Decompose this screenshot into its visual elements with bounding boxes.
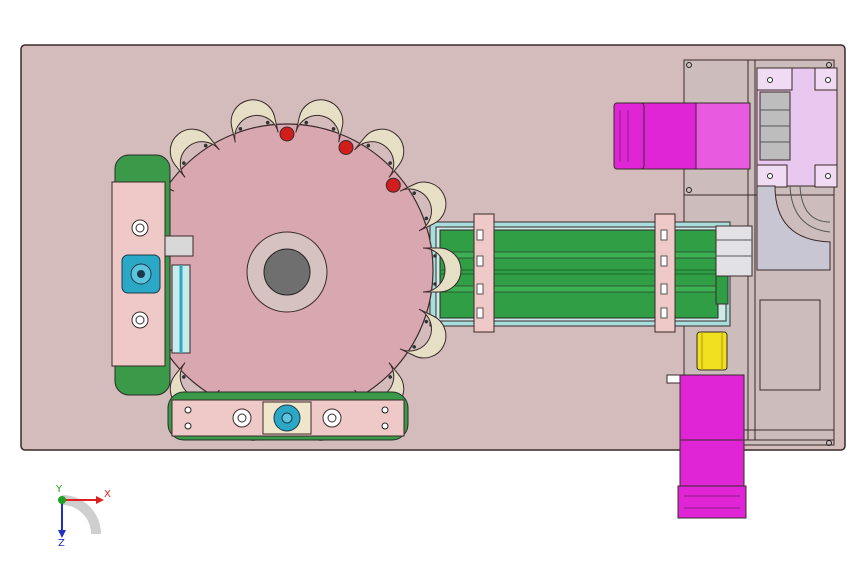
axis-triad: X Y Z xyxy=(55,484,111,549)
locating-pin xyxy=(338,140,354,155)
z-axis-label: Z xyxy=(58,538,65,549)
bottom-guide-bracket xyxy=(167,391,409,441)
cad-assembly-view: X Y Z xyxy=(20,44,846,549)
y-axis-label: Y xyxy=(55,484,63,495)
locating-pin xyxy=(385,177,401,193)
turntable-bore xyxy=(263,248,311,296)
z-axis-head xyxy=(58,530,66,538)
conveyor-clamp-left xyxy=(473,213,495,333)
motor-body-lower xyxy=(679,439,745,489)
motor-endcap-upper xyxy=(613,102,645,170)
motor-endcap-lower xyxy=(677,485,747,519)
x-axis-label: X xyxy=(104,489,111,500)
y-axis-dot xyxy=(58,496,66,504)
x-axis-head xyxy=(96,496,104,504)
conveyor-clamp-right xyxy=(654,213,676,333)
locating-pin xyxy=(279,126,295,142)
motor-flange-lower xyxy=(679,374,745,441)
upper-servo-motor xyxy=(613,102,751,170)
